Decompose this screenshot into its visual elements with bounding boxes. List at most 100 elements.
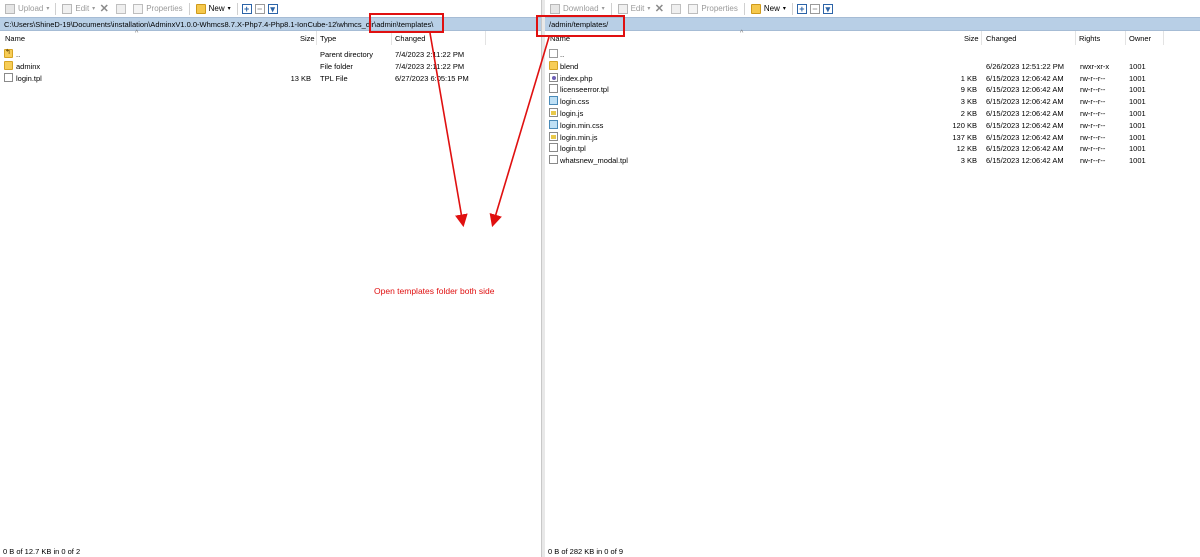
properties-icon [688, 3, 699, 14]
upload-button[interactable]: Upload ▾ [3, 1, 51, 16]
column-divider[interactable] [485, 31, 486, 45]
column-divider[interactable] [391, 31, 392, 45]
new-button[interactable]: New ▾ [749, 1, 788, 16]
file-type: Parent directory [320, 50, 373, 59]
folder-icon [4, 61, 13, 70]
parent-folder-icon [4, 48, 13, 58]
remote-toolbar: Download ▾ Edit ▾ ✕ Properties New ▾ + −… [545, 0, 1200, 17]
file-name: adminx [16, 62, 41, 71]
file-name: licenseerror.tpl [560, 85, 609, 95]
file-owner: 1001 [1129, 156, 1146, 166]
file-changed: 6/26/2023 12:51:22 PM [986, 61, 1064, 71]
download-icon [550, 3, 560, 14]
local-path-bar[interactable]: C:\Users\ShineD-19\Documents\installatio… [0, 17, 541, 31]
column-divider[interactable] [981, 31, 982, 45]
column-owner[interactable]: Owner [1129, 34, 1151, 43]
file-rights: rw-r--r-- [1080, 156, 1106, 166]
collapse-icon[interactable]: − [809, 3, 820, 14]
file-name: blend [560, 61, 579, 71]
column-divider[interactable] [1163, 31, 1164, 45]
file-size: 3 KB [960, 97, 977, 107]
file-changed: 7/4/2023 2:11:22 PM [395, 50, 465, 59]
table-row[interactable]: whatsnew_modal.tpl 3 KB 6/15/2023 12:06:42… [545, 154, 1200, 166]
column-divider[interactable] [1125, 31, 1126, 45]
table-row[interactable]: login.tpl 13 KB TPL File 6/27/2023 6:05:15 … [0, 72, 541, 84]
column-changed[interactable]: Changed [986, 34, 1016, 43]
file-icon [549, 84, 558, 94]
column-changed[interactable]: Changed [395, 34, 425, 43]
chevron-down-icon: ▾ [46, 6, 50, 12]
remote-path-bar[interactable]: /admin/templates/ [545, 17, 1200, 31]
download-button[interactable]: Download ▾ [548, 1, 607, 16]
table-row[interactable]: blend 6/26/2023 12:51:22 PM rwxr-xr-x 1001 [545, 60, 1200, 72]
remote-status-text: 0 B of 282 KB in 0 of 9 [548, 547, 624, 556]
rename-button[interactable] [114, 1, 131, 16]
table-row[interactable]: index.php 1 KB 6/15/2023 12:06:42 AM rw-r--… [545, 72, 1200, 84]
table-row[interactable]: licenseerror.tpl 9 KB 6/15/2023 12:06:42 A… [545, 83, 1200, 95]
filter-icon[interactable]: ▾ [822, 3, 833, 14]
toolbar-separator [188, 2, 190, 15]
delete-button[interactable]: ✕ [652, 1, 669, 16]
file-type: TPL File [320, 74, 348, 83]
sort-ascending-icon: ^ [135, 30, 139, 37]
delete-button[interactable]: ✕ [97, 1, 114, 16]
expand-icon[interactable]: + [796, 3, 807, 14]
edit-button[interactable]: Edit ▾ [616, 1, 653, 16]
highlight-box-remote-templates [536, 15, 625, 37]
file-size: 137 KB [952, 132, 977, 142]
folder-icon [549, 60, 558, 70]
file-name: .. [16, 50, 21, 59]
css-file-icon [549, 96, 558, 106]
file-name: login.tpl [16, 74, 42, 83]
file-changed: 6/15/2023 12:06:42 AM [986, 85, 1064, 95]
filter-icon[interactable]: ▾ [267, 3, 278, 14]
edit-label: Edit [630, 4, 645, 13]
file-changed: 6/27/2023 6:05:15 PM [395, 74, 469, 83]
column-name[interactable]: Name [5, 34, 25, 43]
rename-icon [116, 3, 127, 14]
expand-icon[interactable]: + [241, 3, 252, 14]
table-row[interactable]: login.min.css 120 KB 6/15/2023 12:06:42 AM… [545, 119, 1200, 131]
column-size[interactable]: Size [300, 34, 315, 43]
column-rights[interactable]: Rights [1079, 34, 1100, 43]
table-row[interactable]: .. Parent directory 7/4/2023 2:11:22 PM [0, 48, 541, 60]
file-name: whatsnew_modal.tpl [560, 156, 628, 166]
table-row[interactable]: login.css 3 KB 6/15/2023 12:06:42 AM rw-r--… [545, 95, 1200, 107]
table-row[interactable]: login.tpl 12 KB 6/15/2023 12:06:42 AM rw-r-… [545, 142, 1200, 154]
chevron-down-icon: ▾ [601, 6, 605, 12]
table-row[interactable]: login.js 2 KB 6/15/2023 12:06:42 AM rw-r--r… [545, 107, 1200, 119]
local-status-bar: 0 B of 12.7 KB in 0 of 2 [0, 547, 541, 557]
parent-folder-icon [549, 49, 558, 58]
collapse-icon[interactable]: − [254, 3, 265, 14]
properties-button[interactable]: Properties [686, 1, 739, 16]
file-icon [549, 143, 558, 153]
file-type: File folder [320, 62, 353, 71]
column-divider[interactable] [316, 31, 317, 45]
chevron-down-icon: ▾ [647, 6, 651, 12]
file-changed: 6/15/2023 12:06:42 AM [986, 97, 1064, 107]
column-divider[interactable] [1075, 31, 1076, 45]
file-owner: 1001 [1129, 144, 1146, 154]
file-changed: 6/15/2023 12:06:42 AM [986, 132, 1064, 142]
properties-button[interactable]: Properties [131, 1, 184, 16]
file-changed: 6/15/2023 12:06:42 AM [986, 73, 1064, 83]
table-row[interactable]: login.min.js 137 KB 6/15/2023 12:06:42 AM r… [545, 131, 1200, 143]
download-label: Download [563, 4, 599, 13]
php-file-icon [549, 72, 558, 82]
js-file-icon [549, 108, 558, 117]
column-size[interactable]: Size [964, 34, 979, 43]
toolbar-separator [55, 2, 57, 15]
column-type[interactable]: Type [320, 34, 336, 43]
local-toolbar: Upload ▾ Edit ▾ ✕ Properties New ▾ + − ▾ [0, 0, 541, 17]
new-button[interactable]: New ▾ [194, 1, 233, 16]
file-name: login.min.css [560, 120, 604, 130]
rename-button[interactable] [669, 1, 686, 16]
table-row[interactable]: .. [545, 48, 1200, 60]
table-row[interactable]: adminx File folder 7/4/2023 2:11:22 PM [0, 60, 541, 72]
file-name: index.php [560, 73, 593, 83]
edit-button[interactable]: Edit ▾ [60, 1, 97, 16]
rename-icon [671, 3, 682, 14]
file-rights: rw-r--r-- [1080, 120, 1106, 130]
file-rights: rw-r--r-- [1080, 109, 1106, 118]
file-changed: 6/15/2023 12:06:42 AM [986, 156, 1064, 166]
